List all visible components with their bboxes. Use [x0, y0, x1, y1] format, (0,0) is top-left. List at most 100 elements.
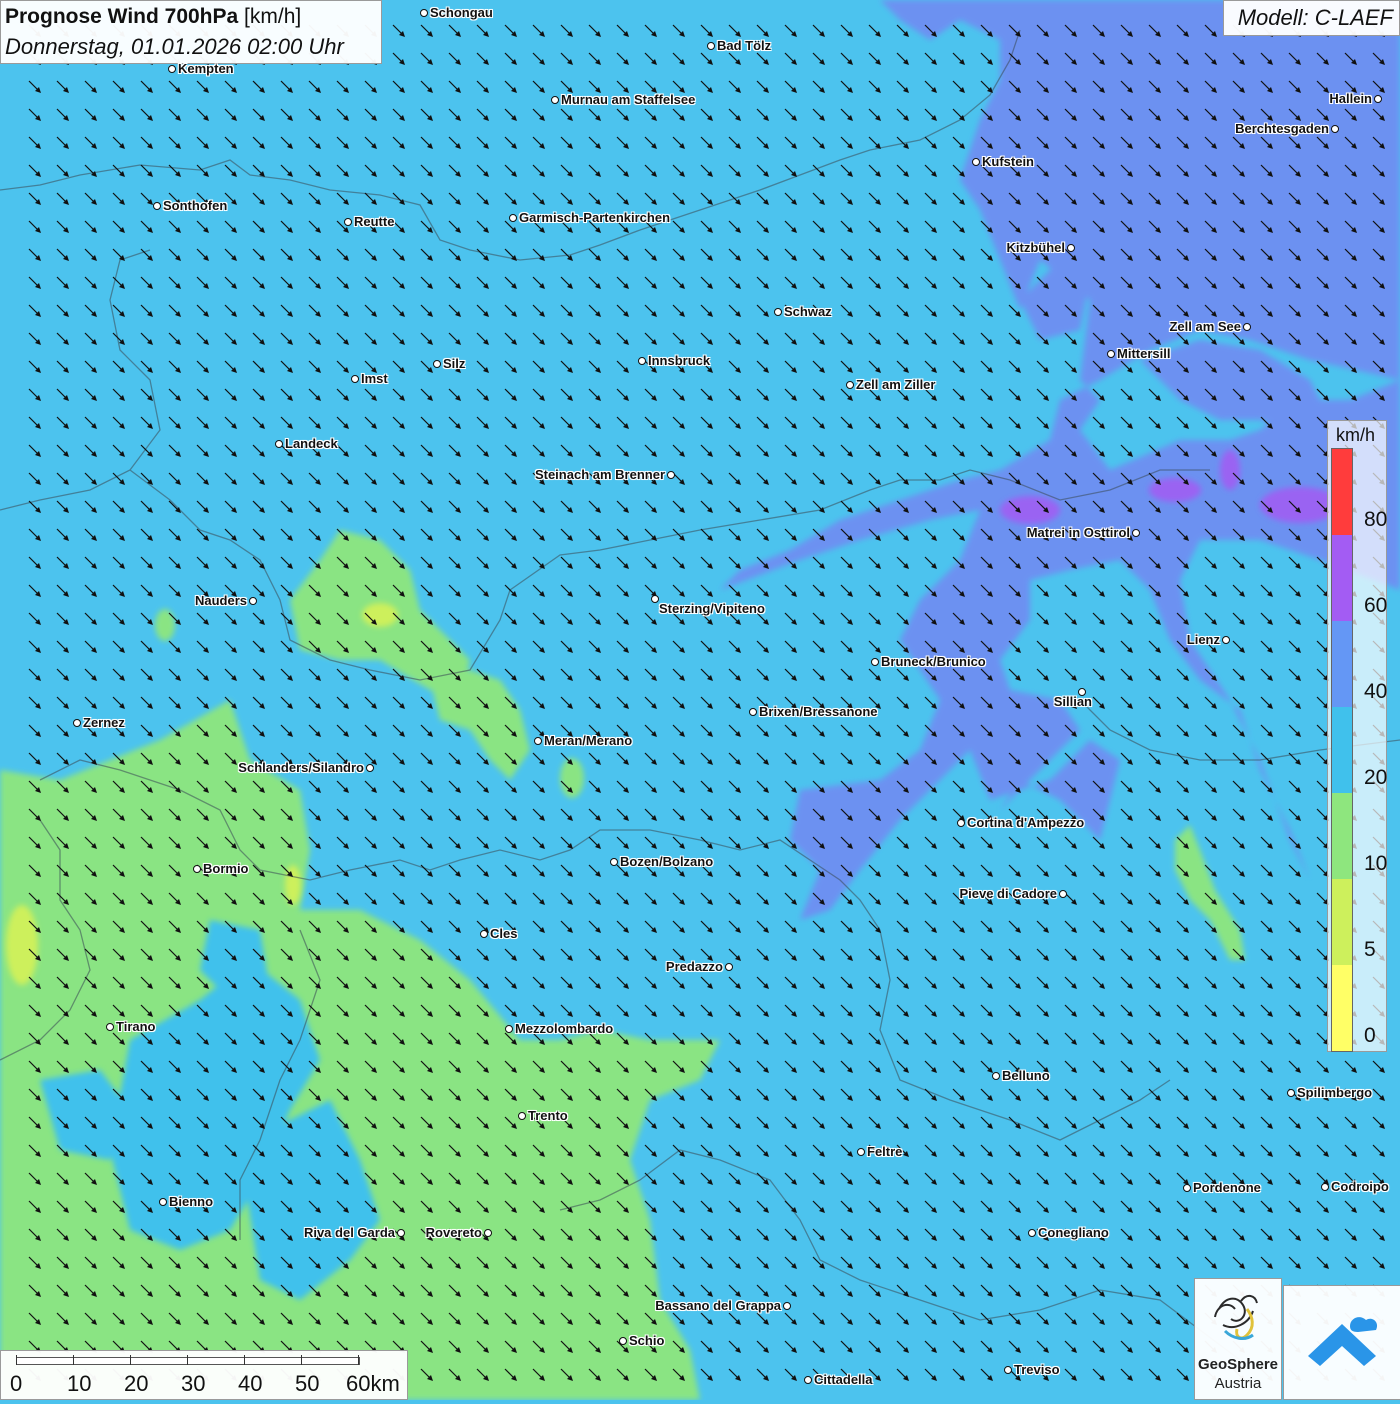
scale-tick [73, 1355, 74, 1365]
city-label: Cortina d'Ampezzo [967, 815, 1084, 830]
city-dot [638, 357, 646, 365]
city-label: Imst [361, 371, 388, 386]
legend-color-segment [1332, 621, 1352, 707]
legend-color-segment [1332, 707, 1352, 793]
city-label: Meran/Merano [544, 733, 632, 748]
city-dot [397, 1229, 405, 1237]
city-dot [1222, 636, 1230, 644]
city-dot [1287, 1089, 1295, 1097]
city-dot [366, 764, 374, 772]
city-label: Silz [443, 356, 465, 371]
city-dot [1321, 1183, 1329, 1191]
city-label: Kufstein [982, 154, 1034, 169]
legend-color-segment [1332, 879, 1352, 965]
scale-label: 20 [124, 1371, 148, 1397]
city-label: Bad Tölz [717, 38, 771, 53]
city-label: Predazzo [666, 959, 723, 974]
city-label: Schlanders/Silandro [238, 760, 364, 775]
city-dot [505, 1025, 513, 1033]
model-label: Modell: C-LAEF [1238, 5, 1393, 31]
city-label: Murnau am Staffelsee [561, 92, 695, 107]
city-dot [957, 819, 965, 827]
city-label: Mezzolombardo [515, 1021, 613, 1036]
city-dot [484, 1229, 492, 1237]
city-dot [871, 658, 879, 666]
city-label: Zell am Ziller [856, 377, 935, 392]
city-dot [1183, 1184, 1191, 1192]
title-panel: Prognose Wind 700hPa [km/h] Donnerstag, … [0, 0, 382, 64]
city-label: Feltre [867, 1144, 902, 1159]
city-dot [749, 708, 757, 716]
city-label: Schongau [430, 5, 493, 20]
city-dot [275, 440, 283, 448]
city-label: Brixen/Bressanone [759, 704, 878, 719]
legend-unit: km/h [1336, 425, 1375, 446]
city-label: Garmisch-Partenkirchen [519, 210, 670, 225]
city-label: Schwaz [784, 304, 832, 319]
city-label: Schio [629, 1333, 664, 1348]
city-dot [420, 9, 428, 17]
city-label: Innsbruck [648, 353, 710, 368]
city-label: Treviso [1014, 1362, 1060, 1377]
city-label: Lienz [1187, 632, 1220, 647]
color-legend: km/h 051020406080 [1327, 420, 1387, 1052]
city-dot [783, 1302, 791, 1310]
city-dot [1067, 244, 1075, 252]
legend-color-segment [1332, 965, 1352, 1051]
city-dot [1243, 323, 1251, 331]
city-label: Trento [528, 1108, 568, 1123]
city-label: Pieve di Cadore [959, 886, 1057, 901]
city-dot [619, 1337, 627, 1345]
city-label: Sonthofen [163, 198, 227, 213]
city-label: Sillian [1054, 694, 1092, 709]
city-dot [551, 96, 559, 104]
city-label: Codroipo [1331, 1179, 1389, 1194]
city-dot [351, 375, 359, 383]
city-label: Conegliano [1038, 1225, 1109, 1240]
city-label: Bozen/Bolzano [620, 854, 713, 869]
city-dot [518, 1112, 526, 1120]
legend-tick-label: 80 [1364, 508, 1387, 532]
city-dot [857, 1148, 865, 1156]
city-label: Cittadella [814, 1372, 873, 1387]
model-panel: Modell: C-LAEF [1223, 0, 1400, 36]
city-dot [1004, 1366, 1012, 1374]
city-dot [168, 65, 176, 73]
city-dot [344, 218, 352, 226]
city-dot [610, 858, 618, 866]
city-label: Spilimbergo [1297, 1085, 1372, 1100]
city-label: Rovereto [426, 1225, 482, 1240]
city-label: Belluno [1002, 1068, 1050, 1083]
city-label: Mittersill [1117, 346, 1170, 361]
city-label: Reutte [354, 214, 394, 229]
city-dot [667, 471, 675, 479]
legend-tick-label: 0 [1364, 1024, 1376, 1048]
city-dot [1028, 1229, 1036, 1237]
city-label: Pordenone [1193, 1180, 1261, 1195]
city-label: Hallein [1329, 91, 1372, 106]
city-label: Cles [490, 926, 517, 941]
legend-color-segment [1332, 793, 1352, 879]
city-label: Zernez [83, 715, 125, 730]
city-dot [480, 930, 488, 938]
map-title: Prognose Wind 700hPa [km/h] [5, 5, 301, 29]
scale-bar [16, 1357, 360, 1365]
city-label: Riva del Garda [304, 1225, 395, 1240]
scale-label: 0 [10, 1371, 22, 1397]
city-label: Kempten [178, 61, 234, 76]
city-label: Bruneck/Brunico [881, 654, 986, 669]
city-dot [534, 737, 542, 745]
map-title-bold: Prognose Wind 700hPa [5, 5, 238, 28]
city-dot [106, 1023, 114, 1031]
city-dot [651, 595, 659, 603]
city-dot [725, 963, 733, 971]
city-label: Sterzing/Vipiteno [659, 601, 765, 616]
scale-bar-panel: 0102030405060km [0, 1350, 408, 1400]
city-dot [249, 597, 257, 605]
city-dot [804, 1376, 812, 1384]
city-label: Bienno [169, 1194, 213, 1209]
city-label: Landeck [285, 436, 338, 451]
scale-tick [16, 1355, 17, 1365]
legend-tick-label: 60 [1364, 594, 1387, 618]
city-dot [433, 360, 441, 368]
